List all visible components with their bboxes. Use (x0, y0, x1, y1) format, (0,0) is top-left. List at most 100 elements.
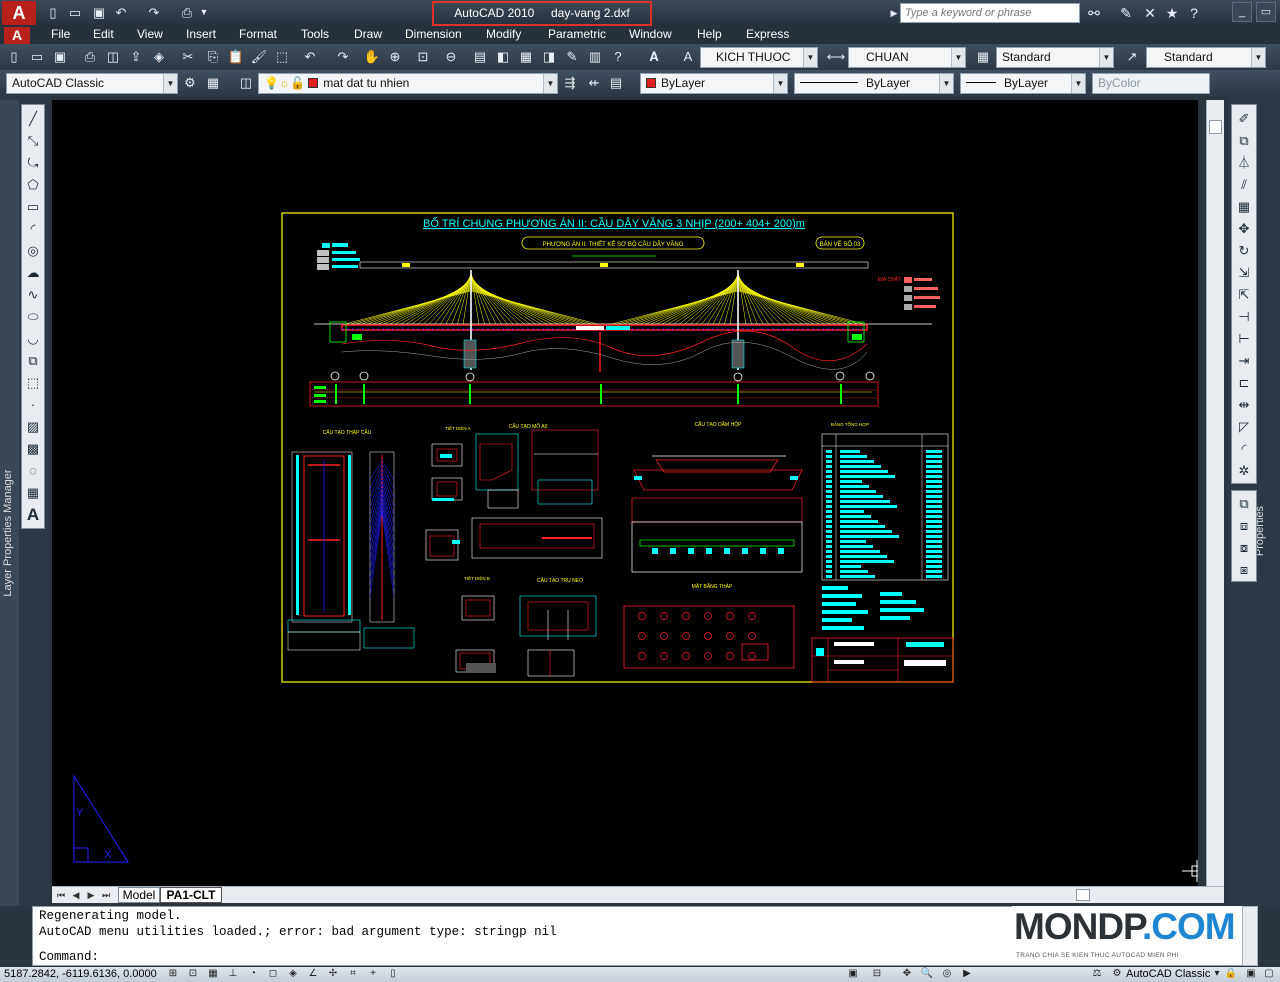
model-space-icon[interactable]: ▣ (846, 967, 860, 981)
layer-previous-icon[interactable]: ⇷ (584, 73, 604, 93)
layer-combo[interactable]: 💡☼🔓 mat dat tu nhien ▼ (258, 73, 558, 94)
vertical-scroll-thumb[interactable] (1209, 120, 1222, 134)
layer-properties-icon[interactable]: ◫ (236, 73, 256, 93)
qnew-icon[interactable]: ▯ (4, 47, 24, 67)
region-icon[interactable]: ◌ (23, 461, 43, 481)
properties-icon[interactable]: ▤ (470, 47, 490, 67)
point-icon[interactable]: · (23, 395, 43, 415)
trim-icon[interactable]: ⊣ (1234, 307, 1254, 327)
make-block-icon[interactable]: ⬚ (23, 373, 43, 393)
clean-screen-icon[interactable]: ▢ (1262, 967, 1276, 981)
move-icon[interactable]: ✥ (1234, 219, 1254, 239)
dimension-style-icon[interactable]: ⟷ (826, 47, 846, 67)
arc-icon[interactable]: ◜ (23, 219, 43, 239)
table-style-combo[interactable]: Standard ▼ (996, 47, 1114, 68)
ellipse-icon[interactable]: ⬭ (23, 307, 43, 327)
document-menu-icon[interactable]: A (4, 27, 30, 44)
layer-properties-label[interactable]: Layer Properties Manager (2, 447, 18, 619)
chamfer-icon[interactable]: ◸ (1234, 417, 1254, 437)
tool-palettes-icon[interactable]: ▦ (516, 47, 536, 67)
plot-icon[interactable]: ⎙ (178, 4, 196, 21)
bring-to-front-icon[interactable]: ⧉ (1234, 494, 1254, 514)
sheet-set-icon[interactable]: ◨ (539, 47, 559, 67)
menu-view[interactable]: View (137, 27, 163, 41)
plot-toolbar-icon[interactable]: ⎙ (80, 47, 100, 67)
dynamic-input-icon[interactable]: ⌗ (346, 967, 360, 981)
layer-state-icon[interactable]: ▤ (606, 73, 626, 93)
3d-object-snap-icon[interactable]: ◈ (286, 967, 300, 981)
pan-status-icon[interactable]: ✥ (900, 967, 914, 981)
markup-icon[interactable]: ✎ (562, 47, 582, 67)
polygon-icon[interactable]: ⬠ (23, 175, 43, 195)
hatch-icon[interactable]: ▨ (23, 417, 43, 437)
redo-icon[interactable]: ↷ (145, 4, 163, 21)
ortho-mode-icon[interactable]: ⊥ (226, 967, 240, 981)
new-file-icon[interactable]: ▯ (44, 4, 62, 21)
extend-icon[interactable]: ⊢ (1234, 329, 1254, 349)
my-workspace-icon[interactable]: ▦ (203, 73, 223, 93)
dynamic-ucs-icon[interactable]: ✢ (326, 967, 340, 981)
menu-edit[interactable]: Edit (93, 27, 114, 41)
stretch-icon[interactable]: ⇱ (1234, 285, 1254, 305)
fillet-icon[interactable]: ◜ (1234, 439, 1254, 459)
lock-ui-icon[interactable]: 🔒 (1224, 967, 1238, 981)
menu-window[interactable]: Window (629, 27, 672, 41)
showmotion-icon[interactable]: ▶ (960, 967, 974, 981)
restore-button[interactable]: ▭ (1256, 2, 1276, 22)
horizontal-scroll-thumb[interactable] (1076, 889, 1090, 901)
pan-icon[interactable]: ✋ (362, 47, 382, 67)
send-under-icon[interactable]: ⧆ (1234, 560, 1254, 580)
bring-above-icon[interactable]: ⧇ (1234, 538, 1254, 558)
design-center-icon[interactable]: ◧ (493, 47, 513, 67)
break-at-point-icon[interactable]: ⇥ (1234, 351, 1254, 371)
minimize-button[interactable]: _ (1232, 2, 1252, 22)
workspace-combo[interactable]: AutoCAD Classic ▼ (6, 73, 178, 94)
menu-insert[interactable]: Insert (186, 27, 216, 41)
linetype-combo[interactable]: ByLayer ▼ (794, 73, 954, 94)
color-combo[interactable]: ByLayer ▼ (640, 73, 788, 94)
spline-icon[interactable]: ∿ (23, 285, 43, 305)
circle-icon[interactable]: ◎ (23, 241, 43, 261)
text-style-combo[interactable]: KICH THUOC ▼ (700, 47, 818, 68)
multiline-text-icon[interactable]: A (23, 505, 43, 525)
object-snap-icon[interactable]: ◻ (266, 967, 280, 981)
ellipse-arc-icon[interactable]: ◡ (23, 329, 43, 349)
menu-parametric[interactable]: Parametric (548, 27, 606, 41)
cut-icon[interactable]: ✂ (178, 47, 198, 67)
last-tab-icon[interactable]: ⏭ (100, 889, 112, 901)
hardware-acceleration-icon[interactable]: ▣ (1244, 967, 1258, 981)
text-style-icon[interactable]: 𝐀 (644, 47, 664, 67)
block-editor-icon[interactable]: ⬚ (272, 47, 292, 67)
publish-icon[interactable]: ⇪ (126, 47, 146, 67)
plot-preview-icon[interactable]: ◫ (103, 47, 123, 67)
revision-cloud-icon[interactable]: ☁ (23, 263, 43, 283)
annotation-scale-icon[interactable]: ⚖ (1090, 967, 1104, 981)
save-toolbar-icon[interactable]: ▣ (50, 47, 70, 67)
quickcalc-icon[interactable]: ▥ (585, 47, 605, 67)
offset-icon[interactable]: ⫽ (1234, 175, 1254, 195)
zoom-status-icon[interactable]: 🔍 (920, 967, 934, 981)
next-tab-icon[interactable]: ▶ (85, 889, 97, 901)
quick-properties-icon[interactable]: ▯ (386, 967, 400, 981)
lineweight-display-icon[interactable]: + (366, 967, 380, 981)
help-icon[interactable]: ? (1184, 4, 1204, 22)
text-style-manager-icon[interactable]: A (678, 47, 698, 67)
rectangle-icon[interactable]: ▭ (23, 197, 43, 217)
rotate-icon[interactable]: ↻ (1234, 241, 1254, 261)
explode-icon[interactable]: ✲ (1234, 461, 1254, 481)
quick-view-layouts-icon[interactable]: ⊟ (870, 967, 884, 981)
erase-icon[interactable]: ✐ (1234, 109, 1254, 129)
command-scrollbar[interactable] (1242, 906, 1258, 966)
menu-file[interactable]: File (51, 27, 70, 41)
workspace-switch-icon[interactable]: ⚙ (1110, 967, 1124, 981)
menu-format[interactable]: Format (239, 27, 277, 41)
polyline-icon[interactable]: ⤿ (23, 153, 43, 173)
table-icon[interactable]: ▦ (23, 483, 43, 503)
insert-block-icon[interactable]: ⧉ (23, 351, 43, 371)
zoom-window-icon[interactable]: ⊡ (413, 47, 433, 67)
multileader-style-icon[interactable]: ↗ (1122, 47, 1142, 67)
binoculars-icon[interactable]: ⚯ (1084, 4, 1104, 22)
communication-center-icon[interactable]: ✎ (1116, 4, 1136, 22)
first-tab-icon[interactable]: ⏮ (55, 889, 67, 901)
polar-tracking-icon[interactable]: ◔ (246, 967, 260, 981)
